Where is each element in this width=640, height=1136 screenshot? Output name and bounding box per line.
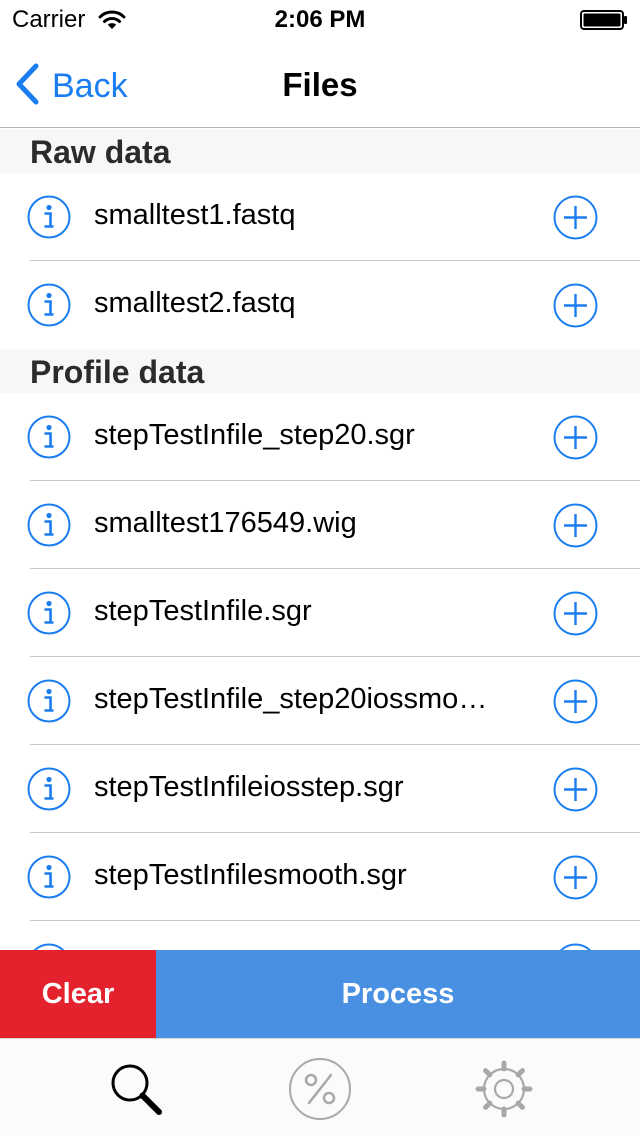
battery-icon	[580, 10, 628, 30]
list-item[interactable]: stepTestInfile.sgr	[0, 569, 640, 657]
navigation-bar: Back Files	[0, 40, 640, 128]
section-header-raw-data: Raw data	[0, 129, 640, 173]
process-button[interactable]: Process	[156, 950, 640, 1038]
add-icon[interactable]	[553, 767, 598, 812]
tab-percent[interactable]	[288, 1057, 352, 1121]
add-icon[interactable]	[553, 679, 598, 724]
file-name: smalltest176549.wig	[94, 507, 357, 539]
percent-icon	[288, 1058, 352, 1125]
file-name: stepTestInfileiosstep.sgr	[94, 771, 404, 803]
list-item[interactable]: stepTestInfile_step20iossmo…	[0, 657, 640, 745]
page-title: Files	[282, 66, 358, 103]
add-icon[interactable]	[553, 855, 598, 900]
file-name: stepTestInfile.sgr	[94, 595, 312, 627]
tab-settings[interactable]	[472, 1057, 536, 1121]
status-bar: Carrier 2:06 PM	[0, 0, 640, 40]
gear-icon	[472, 1060, 536, 1125]
tab-bar	[0, 1038, 640, 1136]
add-icon[interactable]	[553, 943, 598, 950]
clear-button[interactable]: Clear	[0, 950, 156, 1038]
list-item[interactable]: smalltest176549.wig	[0, 481, 640, 569]
info-icon[interactable]	[27, 767, 71, 811]
add-icon[interactable]	[553, 503, 598, 548]
list-item[interactable]: stepTestInfile_step20.sgr	[0, 393, 640, 481]
file-list[interactable]: Raw data smalltest1.fastq smalltest2.fas…	[0, 129, 640, 950]
clock: 2:06 PM	[274, 6, 366, 33]
file-name: stepTestInfile_step20iossmo…	[94, 683, 488, 715]
add-icon[interactable]	[553, 591, 598, 636]
info-icon[interactable]	[27, 415, 71, 459]
add-icon[interactable]	[553, 415, 598, 460]
file-name: smalltest1.fastq	[94, 199, 296, 231]
add-icon[interactable]	[553, 283, 598, 328]
file-name: stepTestInfile_step20.sgr	[94, 419, 415, 451]
info-icon[interactable]	[27, 503, 71, 547]
info-icon[interactable]	[27, 679, 71, 723]
file-name: stepTestInfilesmooth.sgr	[94, 859, 407, 891]
list-item[interactable]: stepTestInfileiosstep.sgr	[0, 745, 640, 833]
list-item[interactable]	[0, 921, 640, 950]
list-item[interactable]: smalltest2.fastq	[0, 261, 640, 349]
info-icon[interactable]	[27, 591, 71, 635]
action-bar: Clear Process	[0, 950, 640, 1038]
section-header-profile-data: Profile data	[0, 349, 640, 393]
search-icon	[104, 1064, 168, 1125]
info-icon[interactable]	[27, 283, 71, 327]
add-icon[interactable]	[553, 195, 598, 240]
tab-search[interactable]	[104, 1057, 168, 1121]
file-name: smalltest2.fastq	[94, 287, 296, 319]
info-icon[interactable]	[27, 855, 71, 899]
list-item[interactable]: smalltest1.fastq	[0, 173, 640, 261]
info-icon[interactable]	[27, 943, 71, 950]
list-item[interactable]: stepTestInfilesmooth.sgr	[0, 833, 640, 921]
info-icon[interactable]	[27, 195, 71, 239]
